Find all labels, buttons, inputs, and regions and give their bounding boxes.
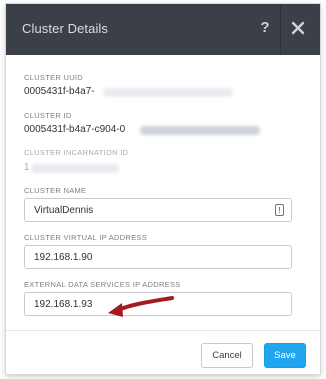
cluster-details-dialog: Cluster Details ? CLUSTER UUID 0005431f-… xyxy=(6,4,320,374)
virtual-ip-label: CLUSTER VIRTUAL IP ADDRESS xyxy=(24,233,148,242)
dialog-title: Cluster Details xyxy=(22,21,109,36)
annotation-arrow-icon xyxy=(108,296,174,317)
cluster-uuid-value: 0005431f-b4a7- xyxy=(24,86,95,97)
save-button[interactable]: Save xyxy=(264,343,306,368)
cluster-uuid-label: CLUSTER UUID xyxy=(24,73,84,82)
cluster-id-label: CLUSTER ID xyxy=(24,111,72,120)
cluster-incarnation-value: 1 xyxy=(24,162,30,173)
cluster-name-input[interactable]: VirtualDennis xyxy=(24,198,292,222)
data-services-ip-value: 192.168.1.93 xyxy=(34,299,93,310)
virtual-ip-value: 192.168.1.90 xyxy=(34,252,93,263)
autofill-icon[interactable] xyxy=(275,204,284,216)
help-icon[interactable]: ? xyxy=(258,18,272,38)
redacted-uuid xyxy=(103,88,233,97)
footer-divider xyxy=(6,330,320,331)
redacted-incarnation xyxy=(31,164,119,173)
cluster-id-value: 0005431f-b4a7-c904-0 xyxy=(24,124,126,135)
cluster-name-label: CLUSTER NAME xyxy=(24,186,87,195)
cluster-incarnation-label: CLUSTER INCARNATION ID xyxy=(24,148,129,157)
header-divider xyxy=(280,4,281,55)
cancel-button[interactable]: Cancel xyxy=(201,343,253,368)
cluster-name-value: VirtualDennis xyxy=(34,205,94,216)
redacted-id xyxy=(140,126,260,135)
virtual-ip-input[interactable]: 192.168.1.90 xyxy=(24,245,292,269)
dialog-header: Cluster Details ? xyxy=(6,4,320,55)
close-icon[interactable] xyxy=(290,20,306,36)
